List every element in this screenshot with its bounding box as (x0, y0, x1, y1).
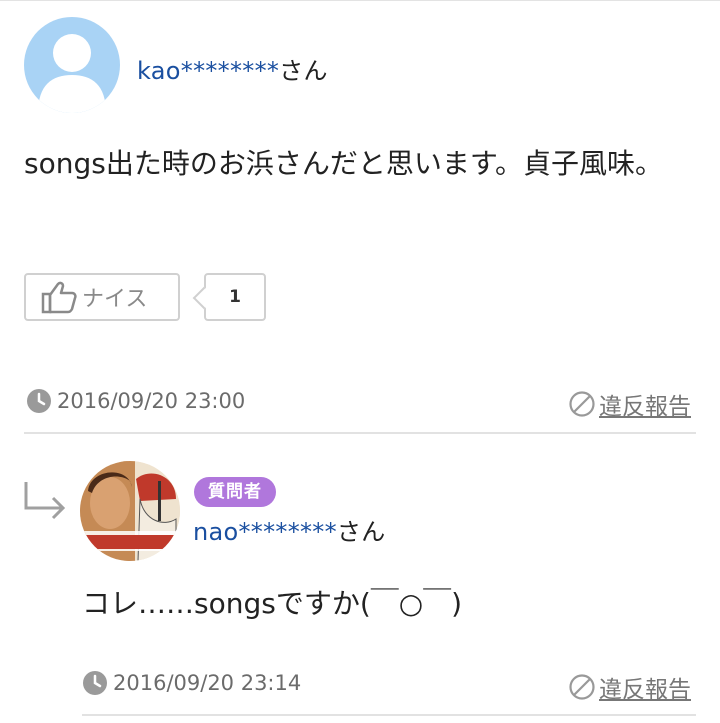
thumbs-up-icon (41, 281, 77, 314)
answerer-username[interactable]: kao********さん (137, 51, 328, 86)
questioner-username[interactable]: nao********さん (193, 512, 386, 547)
clock-icon (83, 671, 107, 695)
prohibited-icon (569, 674, 595, 700)
answer-body: songs出た時のお浜さんだと思います。貞子風味。 (24, 147, 664, 180)
reply-timestamp: 2016/09/20 23:14 (113, 671, 302, 695)
answer-meta: 2016/09/20 23:00 (26, 388, 245, 414)
questioner-badge: 質問者 (194, 477, 276, 507)
answer-timestamp: 2016/09/20 23:00 (57, 389, 246, 413)
username-suffix: さん (336, 518, 386, 546)
top-divider (0, 0, 720, 1)
nice-button[interactable]: ナイス (24, 273, 180, 321)
report-label[interactable]: 違反報告 (599, 670, 691, 704)
clock-icon (27, 389, 51, 413)
reply-arrow-icon (24, 482, 66, 520)
reply-body: コレ……songsですか(￣○￣) (82, 587, 463, 620)
report-label[interactable]: 違反報告 (599, 387, 691, 421)
profile-photo-avatar (80, 461, 180, 561)
nice-count: 1 (204, 273, 266, 321)
answer-report-link[interactable]: 違反報告 (568, 387, 691, 421)
answerer-avatar[interactable] (24, 17, 120, 113)
nice-label: ナイス (82, 287, 148, 312)
answer-divider (24, 432, 696, 434)
prohibited-icon (569, 391, 595, 417)
reply-report-link[interactable]: 違反報告 (568, 670, 691, 704)
reply-divider (82, 714, 696, 716)
default-user-avatar-icon (38, 34, 106, 113)
username-suffix: さん (279, 57, 328, 85)
questioner-avatar[interactable] (80, 461, 180, 561)
reply-meta: 2016/09/20 23:14 (82, 670, 301, 696)
